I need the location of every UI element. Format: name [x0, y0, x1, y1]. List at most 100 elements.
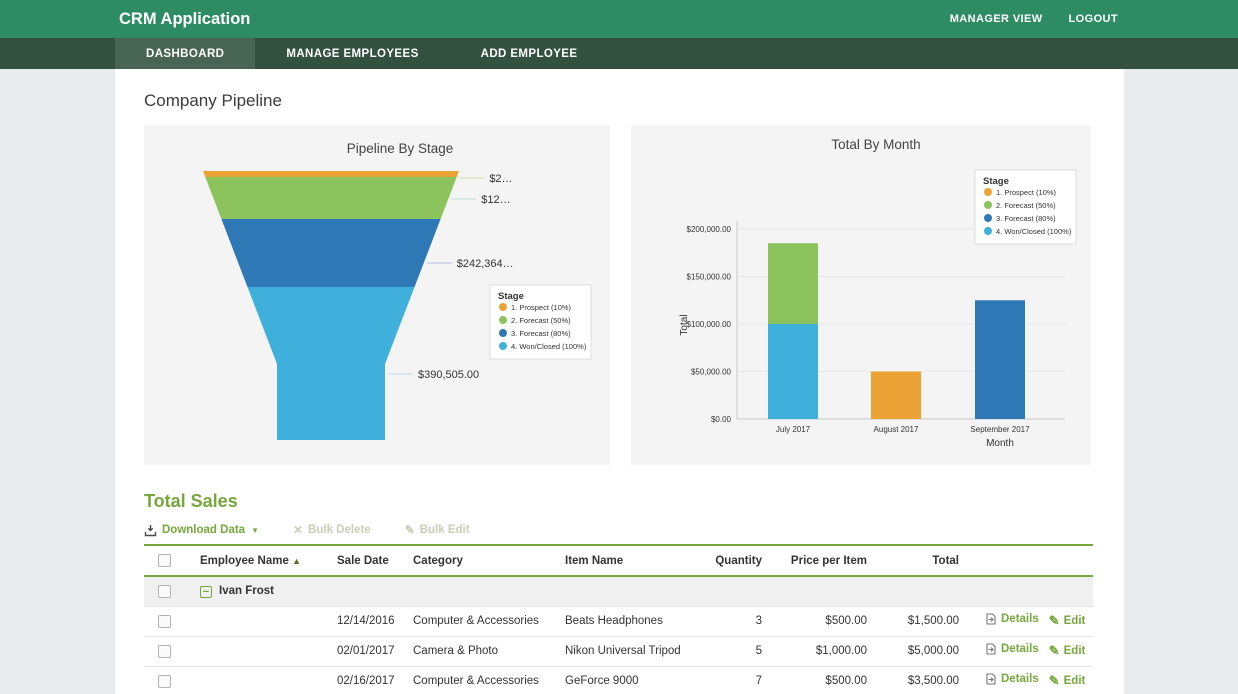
- logout-link[interactable]: LOGOUT: [1069, 13, 1118, 25]
- cell-total: $1,500.00: [869, 606, 961, 636]
- main-nav: DASHBOARDMANAGE EMPLOYEESADD EMPLOYEE: [0, 38, 1238, 69]
- legend-label: 2. Forecast (50%): [996, 201, 1056, 210]
- cell-quantity: 7: [706, 666, 764, 694]
- funnel-slice[interactable]: [205, 177, 456, 219]
- details-document-icon: [985, 613, 997, 625]
- edit-button[interactable]: ✎Edit: [1049, 643, 1086, 659]
- sales-table: Employee Name ▲ Sale Date Category Item …: [144, 544, 1093, 694]
- col-total[interactable]: Total: [869, 545, 961, 576]
- chart-title: Total By Month: [831, 137, 920, 152]
- cell-quantity: 5: [706, 636, 764, 666]
- download-data-button[interactable]: Download Data ▼: [144, 524, 259, 537]
- legend-label: 1. Prospect (10%): [511, 303, 572, 312]
- row-checkbox[interactable]: [158, 645, 171, 658]
- bar-segment[interactable]: [975, 300, 1025, 419]
- cell-total: $5,000.00: [869, 636, 961, 666]
- edit-button[interactable]: ✎Edit: [1049, 673, 1086, 689]
- cell-price-per-item: $500.00: [764, 666, 869, 694]
- col-quantity[interactable]: Quantity: [706, 545, 764, 576]
- details-document-icon: [985, 673, 997, 685]
- x-tick-label: September 2017: [970, 425, 1030, 434]
- funnel-slice[interactable]: [203, 171, 459, 177]
- legend-dot: [984, 201, 992, 209]
- page-title: Company Pipeline: [144, 91, 1093, 111]
- legend-label: 3. Forecast (80%): [511, 329, 571, 338]
- bar-segment[interactable]: [768, 324, 818, 419]
- x-tick-label: August 2017: [874, 425, 919, 434]
- legend-title: Stage: [498, 291, 524, 302]
- sort-asc-icon: ▲: [292, 556, 301, 566]
- pencil-icon: ✎: [1049, 673, 1060, 689]
- y-tick-label: $0.00: [711, 415, 732, 424]
- funnel-slice[interactable]: [221, 219, 440, 287]
- legend-label: 4. Won/Closed (100%): [996, 227, 1072, 236]
- pipeline-by-stage-chart: Pipeline By Stage$2…$12…$242,364…$390,50…: [144, 125, 610, 465]
- cell-item-name: GeForce 9000: [565, 666, 706, 694]
- legend-dot: [984, 214, 992, 222]
- bulk-delete-button[interactable]: ✕ Bulk Delete: [293, 523, 371, 537]
- cell-sale-date: 12/14/2016: [337, 606, 413, 636]
- legend-dot: [499, 342, 507, 350]
- sale-row: 12/14/2016Computer & AccessoriesBeats He…: [144, 606, 1093, 636]
- select-all-checkbox[interactable]: [158, 554, 171, 567]
- cell-price-per-item: $1,000.00: [764, 636, 869, 666]
- y-tick-label: $50,000.00: [691, 368, 732, 377]
- bar-segment[interactable]: [871, 372, 921, 420]
- edit-button[interactable]: ✎Edit: [1049, 613, 1086, 629]
- cell-category: Camera & Photo: [413, 636, 565, 666]
- row-checkbox[interactable]: [158, 585, 171, 598]
- row-checkbox[interactable]: [158, 615, 171, 628]
- legend-dot: [499, 303, 507, 311]
- details-document-icon: [985, 643, 997, 655]
- funnel-value-label: $390,505.00: [418, 369, 479, 381]
- y-tick-label: $150,000.00: [687, 273, 732, 282]
- total-by-month-chart: Total By Month $0.00 $50,000.00 $100,000.00…: [631, 125, 1091, 465]
- collapse-group-icon[interactable]: −: [200, 586, 212, 598]
- pencil-icon: ✎: [1049, 613, 1060, 629]
- tab-manage-employees[interactable]: MANAGE EMPLOYEES: [255, 38, 449, 69]
- legend-label: 4. Won/Closed (100%): [511, 342, 587, 351]
- legend-dot: [499, 329, 507, 337]
- y-tick-label: $200,000.00: [687, 225, 732, 234]
- nav-tabs: DASHBOARDMANAGE EMPLOYEESADD EMPLOYEE: [115, 38, 608, 69]
- col-sale-date[interactable]: Sale Date: [337, 545, 413, 576]
- cell-sale-date: 02/16/2017: [337, 666, 413, 694]
- row-checkbox[interactable]: [158, 675, 171, 688]
- cell-item-name: Beats Headphones: [565, 606, 706, 636]
- funnel-slice[interactable]: [247, 287, 414, 440]
- x-axis-title: Month: [986, 438, 1014, 449]
- tab-add-employee[interactable]: ADD EMPLOYEE: [450, 38, 609, 69]
- y-tick-label: $100,000.00: [687, 320, 732, 329]
- legend-title: Stage: [983, 176, 1009, 187]
- col-category[interactable]: Category: [413, 545, 565, 576]
- cell-total: $3,500.00: [869, 666, 961, 694]
- app-title: CRM Application: [119, 10, 250, 29]
- download-icon: [144, 524, 157, 537]
- cell-price-per-item: $500.00: [764, 606, 869, 636]
- cell-item-name: Nikon Universal Tripod: [565, 636, 706, 666]
- legend-dot: [984, 188, 992, 196]
- cell-quantity: 3: [706, 606, 764, 636]
- legend-label: 3. Forecast (80%): [996, 214, 1056, 223]
- employee-group-row: −Ivan Frost: [144, 576, 1093, 606]
- tab-dashboard[interactable]: DASHBOARD: [115, 38, 255, 69]
- content-card: Company Pipeline Pipeline By Stage$2…$12…: [115, 69, 1124, 694]
- col-item-name[interactable]: Item Name: [565, 545, 706, 576]
- details-button[interactable]: Details: [985, 643, 1039, 655]
- bar-segment[interactable]: [768, 243, 818, 324]
- details-button[interactable]: Details: [985, 613, 1039, 625]
- caret-down-icon: ▼: [251, 526, 259, 535]
- details-button[interactable]: Details: [985, 673, 1039, 685]
- col-price-per-item[interactable]: Price per Item: [764, 545, 869, 576]
- pencil-icon: ✎: [405, 523, 415, 537]
- table-header-row: Employee Name ▲ Sale Date Category Item …: [144, 545, 1093, 576]
- x-tick-label: July 2017: [776, 425, 811, 434]
- sale-row: 02/01/2017Camera & PhotoNikon Universal …: [144, 636, 1093, 666]
- sale-row: 02/16/2017Computer & AccessoriesGeForce …: [144, 666, 1093, 694]
- sales-toolbar: Download Data ▼ ✕ Bulk Delete ✎ Bulk Edi…: [144, 523, 1093, 537]
- delete-x-icon: ✕: [293, 523, 303, 537]
- funnel-value-label: $2…: [489, 173, 512, 185]
- col-employee-name[interactable]: Employee Name ▲: [184, 545, 337, 576]
- manager-view-link[interactable]: MANAGER VIEW: [950, 13, 1043, 25]
- bulk-edit-button[interactable]: ✎ Bulk Edit: [405, 523, 470, 537]
